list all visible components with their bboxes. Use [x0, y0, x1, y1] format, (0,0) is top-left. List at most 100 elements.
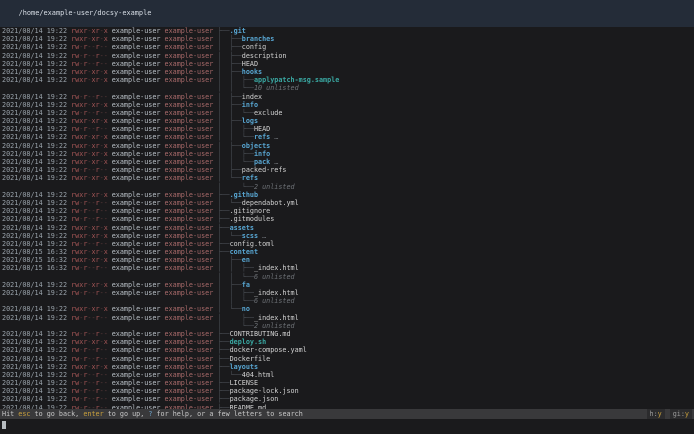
status-text: for help, or a few letters to search: [152, 410, 303, 418]
modified-date: 2021/08/14 19:22: [2, 198, 68, 207]
owner-name: example-user: [111, 35, 161, 44]
permissions: rw-r--r--: [71, 395, 108, 404]
tree-row[interactable]: 2021/08/14 19:22 rw-r--r-- example-user exa…: [2, 346, 694, 354]
modified-date: 2021/08/14 19:22: [2, 207, 68, 216]
executable-file-name: applypatch-msg.sample: [253, 76, 340, 85]
tree-row[interactable]: │ └──2 unlisted: [2, 322, 694, 330]
search-input-line[interactable]: [0, 419, 694, 434]
tree-row[interactable]: 2021/08/14 19:22 rw-r--r-- example-user exa…: [2, 240, 694, 248]
tree-connector: │ └──: [217, 182, 254, 191]
owner-name: example-user: [111, 305, 161, 314]
file-name: config.toml: [229, 239, 275, 248]
tree-row[interactable]: 2021/08/14 19:22 rwxr-xr-x example-user exa…: [2, 76, 694, 84]
tree-row[interactable]: 2021/08/14 19:22 rw-r--r-- example-user exa…: [2, 199, 694, 207]
tree-row[interactable]: 2021/08/14 19:22 rw-r--r-- example-user exa…: [2, 379, 694, 387]
group-name: example-user: [164, 280, 214, 289]
group-name: example-user: [164, 190, 214, 199]
modified-date: 2021/08/14 19:22: [2, 231, 68, 240]
tree-row[interactable]: 2021/08/14 19:22 rw-r--r-- example-user exa…: [2, 371, 694, 379]
tree-row[interactable]: 2021/08/14 19:22 rw-r--r-- example-user exa…: [2, 109, 694, 117]
file-name: 404.html: [241, 370, 275, 379]
tree-row[interactable]: 2021/08/14 19:22 rw-r--r-- example-user exa…: [2, 52, 694, 60]
tree-row[interactable]: 2021/08/15 16:32 rwxr-xr-x example-user exa…: [2, 248, 694, 256]
tree-row[interactable]: 2021/08/15 16:32 rwxr-xr-x example-user exa…: [2, 256, 694, 264]
tree-row[interactable]: 2021/08/14 19:22 rwxr-xr-x example-user exa…: [2, 68, 694, 76]
tree-row[interactable]: │ │ └──6 unlisted: [2, 297, 694, 305]
directory-name: .github: [229, 190, 259, 199]
owner-name: example-user: [111, 92, 161, 101]
permissions: rw-r--r--: [71, 346, 108, 355]
tree-connector: │ ├──: [217, 313, 254, 322]
tree-row[interactable]: 2021/08/14 19:22 rwxr-xr-x example-user exa…: [2, 281, 694, 289]
tree-row[interactable]: 2021/08/14 19:22 rwxr-xr-x example-user exa…: [2, 158, 694, 166]
root-path-bar[interactable]: /home/example-user/docsy-example: [0, 0, 694, 27]
modified-date: 2021/08/14 19:22: [2, 43, 68, 52]
tree-row[interactable]: 2021/08/14 19:22 rw-r--r-- example-user exa…: [2, 43, 694, 51]
tree-row[interactable]: 2021/08/14 19:22 rwxr-xr-x example-user exa…: [2, 150, 694, 158]
tree-row[interactable]: 2021/08/14 19:22 rwxr-xr-x example-user exa…: [2, 117, 694, 125]
tree-row[interactable]: 2021/08/14 19:22 rw-r--r-- example-user exa…: [2, 166, 694, 174]
file-name: LICENSE: [229, 379, 259, 388]
tree-row[interactable]: 2021/08/14 19:22 rwxr-xr-x example-user exa…: [2, 35, 694, 43]
modified-date: 2021/08/14 19:22: [2, 215, 68, 224]
permissions: rw-r--r--: [71, 51, 108, 60]
tree-row[interactable]: 2021/08/14 19:22 rwxr-xr-x example-user exa…: [2, 174, 694, 182]
tree-row[interactable]: 2021/08/14 19:22 rw-r--r-- example-user exa…: [2, 215, 694, 223]
key-hint: enter: [83, 410, 104, 418]
tree-row[interactable]: 2021/08/14 19:22 rw-r--r-- example-user exa…: [2, 355, 694, 363]
modified-date: 2021/08/14 19:22: [2, 395, 68, 404]
group-name: example-user: [164, 289, 214, 297]
owner-name: example-user: [111, 207, 161, 216]
permissions: rwxr-xr-x: [71, 280, 108, 289]
status-bar: Hit esc to go back, enter to go up, ? fo…: [0, 409, 694, 419]
group-name: example-user: [164, 264, 214, 273]
tree-row[interactable]: 2021/08/14 19:22 rwxr-xr-x example-user exa…: [2, 27, 694, 35]
directory-name: objects: [241, 141, 271, 150]
tree-row[interactable]: 2021/08/14 19:22 rw-r--r-- example-user exa…: [2, 207, 694, 215]
owner-name: example-user: [111, 239, 161, 248]
tree-row[interactable]: 2021/08/14 19:22 rwxr-xr-x example-user exa…: [2, 142, 694, 150]
tree-row[interactable]: 2021/08/14 19:22 rw-r--r-- example-user exa…: [2, 60, 694, 68]
group-name: example-user: [164, 379, 214, 388]
tree-connector: │ ├──: [217, 166, 242, 175]
group-name: example-user: [164, 108, 214, 117]
tree-row[interactable]: 2021/08/14 19:22 rw-r--r-- example-user exa…: [2, 289, 694, 297]
tree-row[interactable]: 2021/08/14 19:22 rwxr-xr-x example-user exa…: [2, 305, 694, 313]
tree-row[interactable]: 2021/08/14 19:22 rw-r--r-- example-user exa…: [2, 93, 694, 101]
tree-connector: │ └──: [217, 174, 242, 183]
flag-gi[interactable]: gi:y: [669, 409, 692, 419]
tree-row[interactable]: 2021/08/14 19:22 rwxr-xr-x example-user exa…: [2, 191, 694, 199]
group-name: example-user: [164, 100, 214, 109]
tree-row[interactable]: 2021/08/14 19:22 rw-r--r-- example-user exa…: [2, 330, 694, 338]
tree-row[interactable]: │ │ └──6 unlisted: [2, 273, 694, 281]
permissions: rw-r--r--: [71, 313, 108, 322]
tree-row[interactable]: 2021/08/14 19:22 rwxr-xr-x example-user exa…: [2, 133, 694, 141]
group-name: example-user: [164, 43, 214, 52]
tree-connector: │ ├──: [217, 35, 242, 44]
owner-name: example-user: [111, 190, 161, 199]
tree-connector: │ │ └──: [217, 133, 254, 142]
tree-row[interactable]: 2021/08/14 19:22 rw-r--r-- example-user exa…: [2, 395, 694, 403]
flag-h[interactable]: h:y: [646, 409, 665, 419]
tree-row[interactable]: 2021/08/14 19:22 rwxr-xr-x example-user exa…: [2, 101, 694, 109]
tree-row[interactable]: 2021/08/14 19:22 rwxr-xr-x example-user exa…: [2, 338, 694, 346]
modified-date: 2021/08/14 19:22: [2, 100, 68, 109]
tree-row[interactable]: │ │ └──10 unlisted: [2, 84, 694, 92]
tree-row[interactable]: 2021/08/14 19:22 rw-r--r-- example-user exa…: [2, 125, 694, 133]
file-name: .gitmodules: [229, 215, 275, 224]
modified-date: 2021/08/14 19:22: [2, 35, 68, 44]
modified-date: 2021/08/14 19:22: [2, 27, 68, 35]
tree-row[interactable]: │ └──2 unlisted: [2, 183, 694, 191]
file-name: _index.html: [253, 313, 299, 322]
tree-row[interactable]: 2021/08/14 19:22 rwxr-xr-x example-user exa…: [2, 363, 694, 371]
tree-row[interactable]: 2021/08/14 19:22 rwxr-xr-x example-user exa…: [2, 232, 694, 240]
file-name: config: [241, 43, 267, 52]
owner-name: example-user: [111, 158, 161, 166]
tree-row[interactable]: 2021/08/14 19:22 rwxr-xr-x example-user exa…: [2, 224, 694, 232]
directory-name: info: [253, 149, 271, 158]
tree-row[interactable]: 2021/08/14 19:22 rw-r--r-- example-user exa…: [2, 387, 694, 395]
tree-row[interactable]: 2021/08/14 19:22 rw-r--r-- example-user exa…: [2, 314, 694, 322]
group-name: example-user: [164, 117, 214, 126]
tree-row[interactable]: 2021/08/15 16:32 rw-r--r-- example-user exa…: [2, 264, 694, 272]
directory-name: assets: [229, 223, 254, 232]
